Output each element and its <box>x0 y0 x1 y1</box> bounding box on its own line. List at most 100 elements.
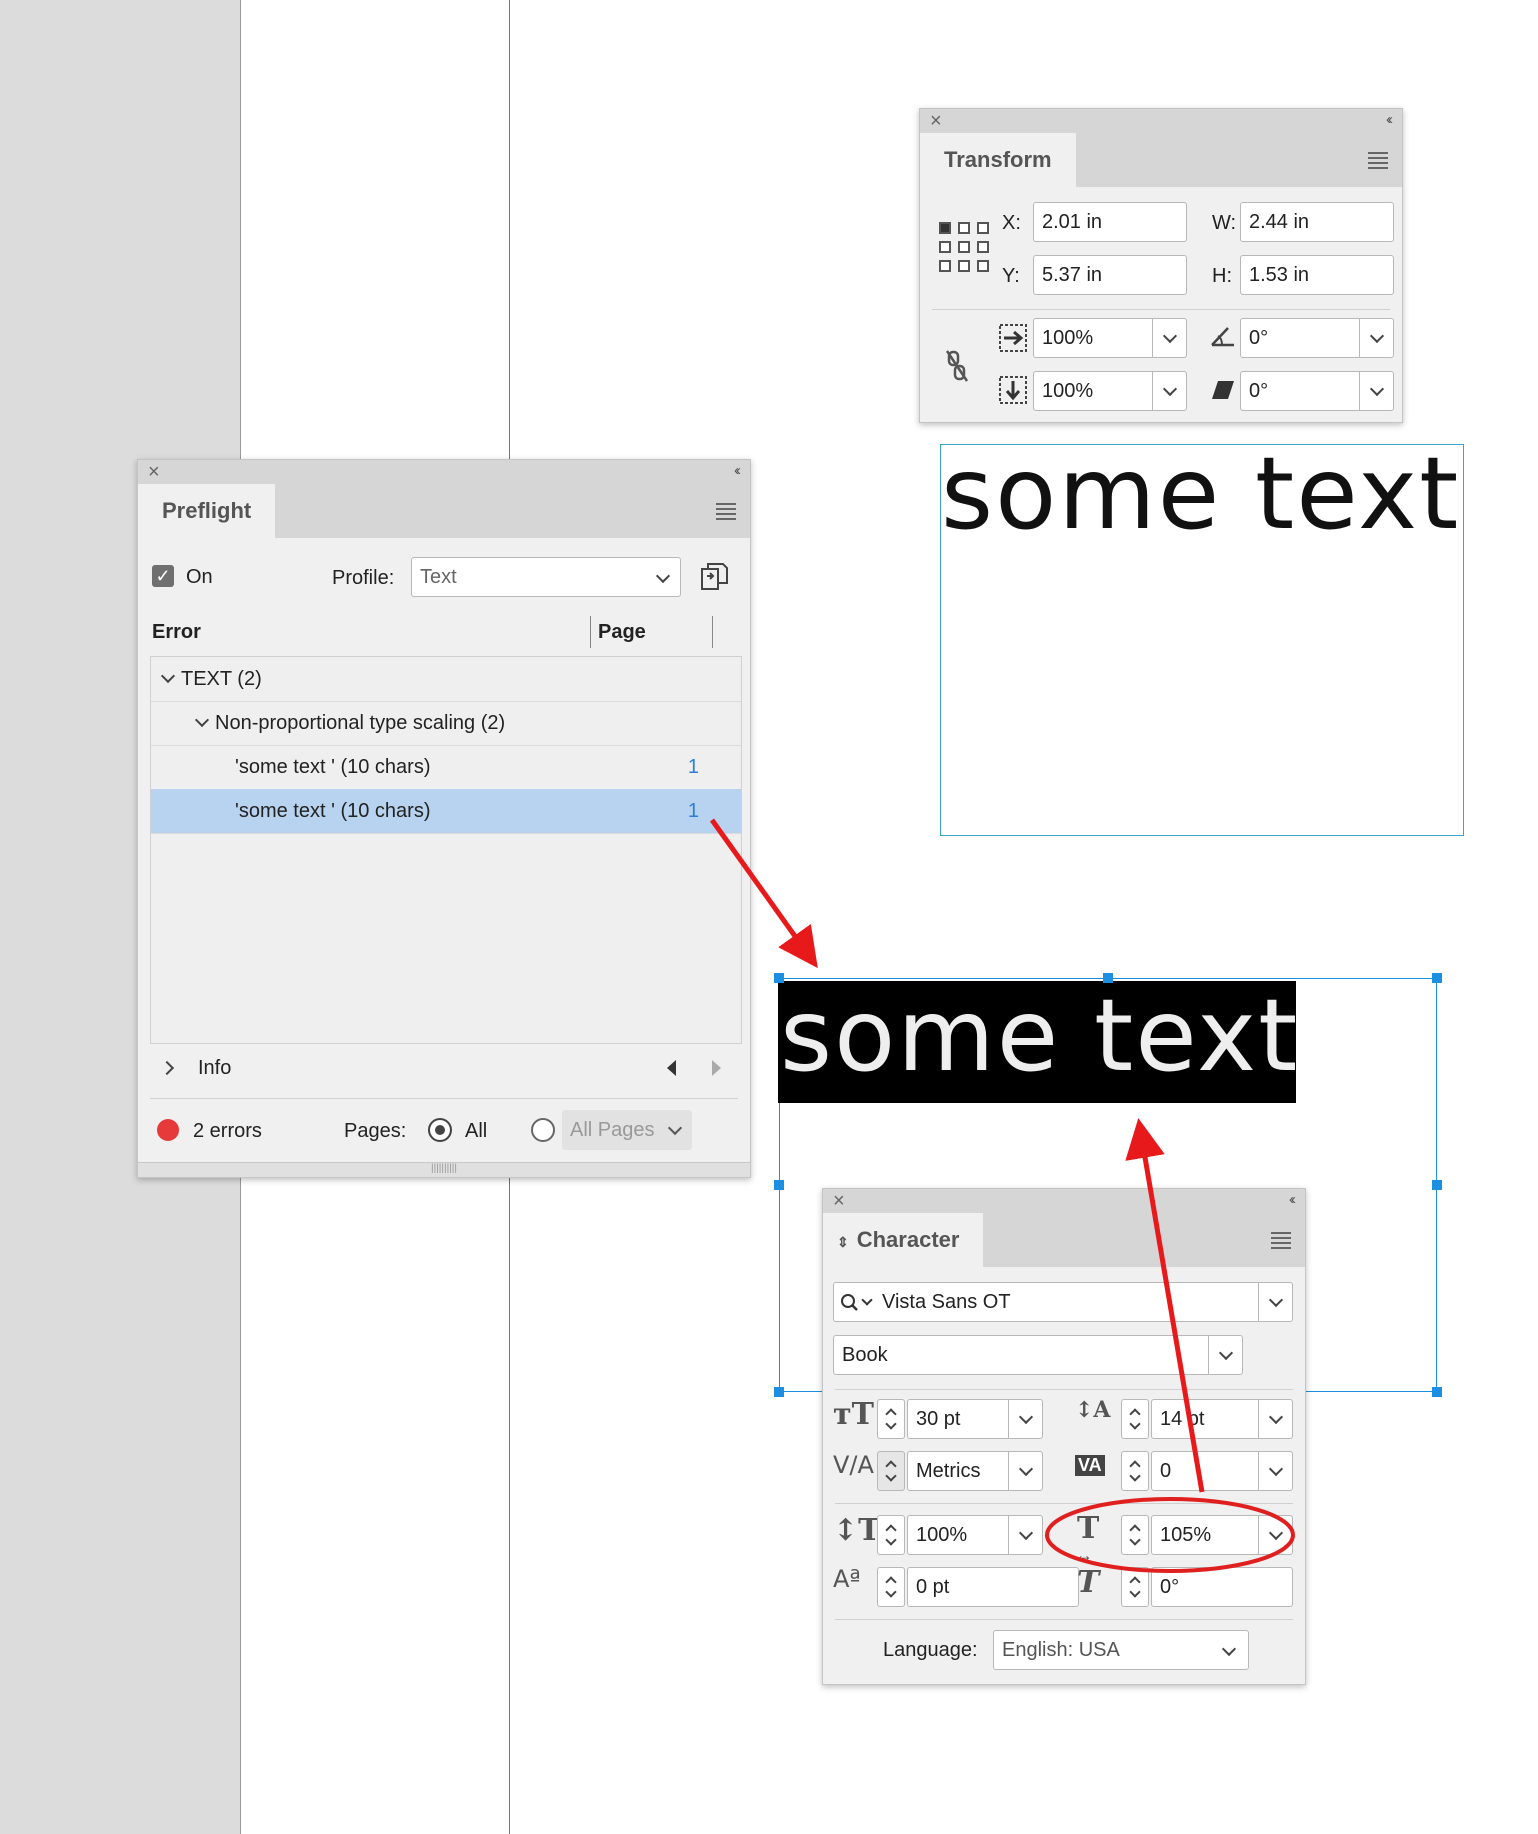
chevron-down-icon[interactable] <box>861 1294 873 1306</box>
resize-grip[interactable]: |||||||||| <box>138 1162 750 1177</box>
tracking-stepper[interactable] <box>1121 1451 1149 1491</box>
tab-transform[interactable]: Transform <box>920 133 1076 187</box>
sort-arrows-icon: ⇕ <box>837 1234 849 1250</box>
horizontal-scale-field[interactable]: 105% <box>1151 1515 1293 1555</box>
font-family-value: Vista Sans OT <box>882 1291 1011 1313</box>
list-item[interactable]: 'some text ' (10 chars) 1 <box>151 745 741 790</box>
chevron-down-icon[interactable] <box>194 712 210 728</box>
kerning-stepper[interactable] <box>877 1451 905 1491</box>
frame-handle-br[interactable] <box>1432 1387 1442 1397</box>
panel-menu-icon[interactable] <box>716 503 736 523</box>
on-label: On <box>186 566 213 588</box>
tracking-icon: VA <box>1075 1455 1105 1476</box>
col-page-header[interactable]: Page <box>598 621 646 644</box>
pages-range-select[interactable]: All Pages <box>562 1110 692 1150</box>
font-size-stepper[interactable] <box>877 1399 905 1439</box>
next-arrow-icon[interactable] <box>712 1060 721 1076</box>
skew-stepper[interactable] <box>1121 1567 1149 1607</box>
chevron-down-icon[interactable] <box>1008 1400 1042 1438</box>
chevron-down-icon[interactable] <box>1152 372 1186 410</box>
chevron-down-icon[interactable] <box>1258 1283 1292 1321</box>
list-item-selected[interactable]: 'some text ' (10 chars) 1 <box>151 789 741 834</box>
chevron-down-icon[interactable] <box>1008 1516 1042 1554</box>
frame-handle-tr[interactable] <box>1432 973 1442 983</box>
font-style-field[interactable]: Book <box>833 1335 1243 1375</box>
character-panel: × ‹‹ ⇕ Character Vista Sans OT Book тT 30… <box>822 1188 1306 1685</box>
chevron-down-icon[interactable] <box>1152 319 1186 357</box>
shear-field[interactable]: 0° <box>1240 371 1394 411</box>
define-profiles-icon[interactable] <box>699 561 729 591</box>
x-field[interactable]: 2.01 in <box>1033 202 1187 242</box>
scale-x-value: 100% <box>1042 327 1094 349</box>
page-link[interactable]: 1 <box>688 789 699 833</box>
panel-menu-icon[interactable] <box>1271 1232 1291 1252</box>
constrain-link-icon[interactable] <box>944 349 970 383</box>
prev-arrow-icon[interactable] <box>667 1060 676 1076</box>
y-label: Y: <box>1002 265 1020 287</box>
w-label: W: <box>1212 212 1237 234</box>
character-titlebar[interactable]: × ‹‹ <box>823 1189 1305 1213</box>
preflight-panel: × ‹‹ Preflight ✓ On Profile: Text Error … <box>137 459 751 1178</box>
frame-handle-bl[interactable] <box>774 1387 784 1397</box>
y-field[interactable]: 5.37 in <box>1033 255 1187 295</box>
h-field[interactable]: 1.53 in <box>1240 255 1394 295</box>
tab-preflight[interactable]: Preflight <box>138 484 276 538</box>
chevron-down-icon[interactable] <box>160 668 176 684</box>
baseline-shift-stepper[interactable] <box>877 1567 905 1607</box>
transform-titlebar[interactable]: × ‹‹ <box>920 109 1402 133</box>
frame-handle-tm[interactable] <box>1103 973 1113 983</box>
language-select[interactable]: English: USA <box>993 1630 1249 1670</box>
frame-handle-ml[interactable] <box>774 1180 784 1190</box>
chevron-down-icon[interactable] <box>1359 372 1393 410</box>
col-error-header[interactable]: Error <box>152 621 201 644</box>
range-radio[interactable] <box>531 1118 555 1142</box>
frame-handle-mr[interactable] <box>1432 1180 1442 1190</box>
collapse-icon[interactable]: ‹‹ <box>1386 111 1393 128</box>
leading-field[interactable]: 14 pt <box>1151 1399 1293 1439</box>
text-frame-top[interactable]: some text <box>940 435 1464 836</box>
horizontal-scale-stepper[interactable] <box>1121 1515 1149 1555</box>
font-family-field[interactable]: Vista Sans OT <box>833 1282 1293 1322</box>
kerning-field[interactable]: Metrics <box>907 1451 1043 1491</box>
list-item-label: 'some text ' (10 chars) <box>235 756 431 778</box>
leading-stepper[interactable] <box>1121 1399 1149 1439</box>
preflight-titlebar[interactable]: × ‹‹ <box>138 460 750 484</box>
close-icon[interactable]: × <box>833 1190 845 1212</box>
scale-y-field[interactable]: 100% <box>1033 371 1187 411</box>
info-label[interactable]: Info <box>198 1057 231 1080</box>
close-icon[interactable]: × <box>148 461 160 483</box>
panel-menu-icon[interactable] <box>1368 152 1388 172</box>
chevron-down-icon[interactable] <box>1258 1452 1292 1490</box>
chevron-down-icon <box>667 1120 683 1136</box>
chevron-right-icon[interactable] <box>159 1060 175 1076</box>
chevron-down-icon[interactable] <box>1008 1452 1042 1490</box>
rotation-field[interactable]: 0° <box>1240 318 1394 358</box>
baseline-shift-field[interactable]: 0 pt <box>907 1567 1079 1607</box>
tab-character[interactable]: ⇕ Character <box>823 1213 984 1267</box>
chevron-down-icon[interactable] <box>1359 319 1393 357</box>
on-checkbox[interactable]: ✓ <box>152 565 174 587</box>
reference-point-icon[interactable] <box>938 221 990 273</box>
divider <box>150 1098 738 1099</box>
leading-icon: ↕A <box>1075 1397 1111 1423</box>
chevron-down-icon[interactable] <box>1208 1336 1242 1374</box>
chevron-down-icon[interactable] <box>1258 1516 1292 1554</box>
close-icon[interactable]: × <box>930 110 942 132</box>
profile-select[interactable]: Text <box>411 557 681 597</box>
collapse-icon[interactable]: ‹‹ <box>734 462 741 479</box>
w-field[interactable]: 2.44 in <box>1240 202 1394 242</box>
skew-field[interactable]: 0° <box>1151 1567 1293 1607</box>
tracking-field[interactable]: 0 <box>1151 1451 1293 1491</box>
list-item-group[interactable]: TEXT (2) <box>151 657 741 702</box>
font-size-field[interactable]: 30 pt <box>907 1399 1043 1439</box>
all-radio[interactable] <box>428 1118 452 1142</box>
frame-handle-tl[interactable] <box>774 973 784 983</box>
scale-x-field[interactable]: 100% <box>1033 318 1187 358</box>
collapse-icon[interactable]: ‹‹ <box>1289 1191 1296 1208</box>
vertical-scale-field[interactable]: 100% <box>907 1515 1043 1555</box>
vertical-scale-stepper[interactable] <box>877 1515 905 1555</box>
page-link[interactable]: 1 <box>688 745 699 789</box>
font-size-value: 30 pt <box>916 1408 961 1430</box>
list-item-subgroup[interactable]: Non-proportional type scaling (2) <box>151 701 741 746</box>
chevron-down-icon[interactable] <box>1258 1400 1292 1438</box>
